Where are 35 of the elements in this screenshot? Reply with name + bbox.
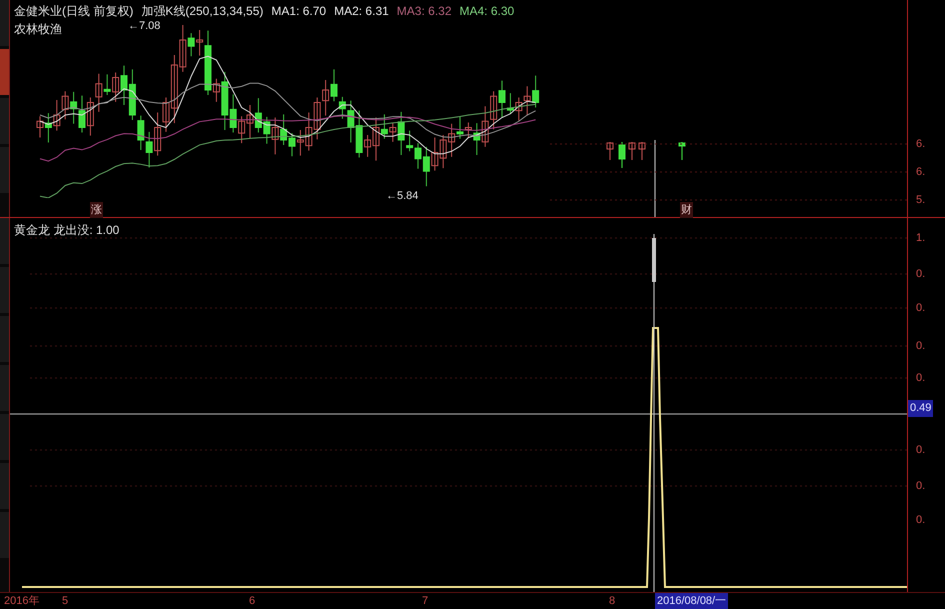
high-price-label: ←7.08 xyxy=(128,19,160,34)
axis-label: 5. xyxy=(916,193,926,208)
axis-label: 0. xyxy=(916,513,926,528)
axis-label: 0. xyxy=(916,371,926,386)
axis-label: 0. xyxy=(916,479,926,494)
event-marker: 涨 xyxy=(90,202,103,218)
moving-average-value: MA4: 6.30 xyxy=(460,3,514,20)
axis-label: 1. xyxy=(916,231,926,246)
moving-average-value: MA2: 6.31 xyxy=(334,3,389,20)
axis-label: 0. xyxy=(916,443,926,458)
axis-label: 0. xyxy=(916,267,926,282)
cursor-date-badge: 2016/08/08/一 xyxy=(655,593,728,609)
indicator-title: 黄金龙 龙出没: 1.00 xyxy=(14,222,120,239)
axis-label: 0. xyxy=(916,339,926,354)
candlestick xyxy=(628,142,636,160)
moving-average-value: MA3: 6.32 xyxy=(396,3,452,20)
time-label: 2016年 xyxy=(4,594,40,609)
low-price-label: ←5.84 xyxy=(386,189,418,204)
time-label: 6 xyxy=(249,594,256,609)
candlestick xyxy=(618,142,626,168)
axis-label: 0. xyxy=(916,301,926,316)
moving-average-value: MA1: 6.70 xyxy=(271,3,326,20)
axis-label: 6. xyxy=(916,137,926,152)
candlestick xyxy=(606,142,614,160)
axis-label: 6. xyxy=(916,165,926,180)
time-label: 8 xyxy=(609,594,616,609)
cursor-value-badge: 0.49 xyxy=(908,400,934,416)
sector-label: 农林牧渔 xyxy=(14,21,62,38)
candlestick xyxy=(678,142,686,160)
time-label: 7 xyxy=(422,594,428,609)
time-label: 5 xyxy=(62,594,68,609)
stock-title: 金健米业(日线 前复权) xyxy=(14,3,134,20)
event-marker: 财 xyxy=(680,202,693,218)
candlestick xyxy=(638,142,646,160)
indicator-name: 加强K线(250,13,34,55) xyxy=(141,3,264,20)
